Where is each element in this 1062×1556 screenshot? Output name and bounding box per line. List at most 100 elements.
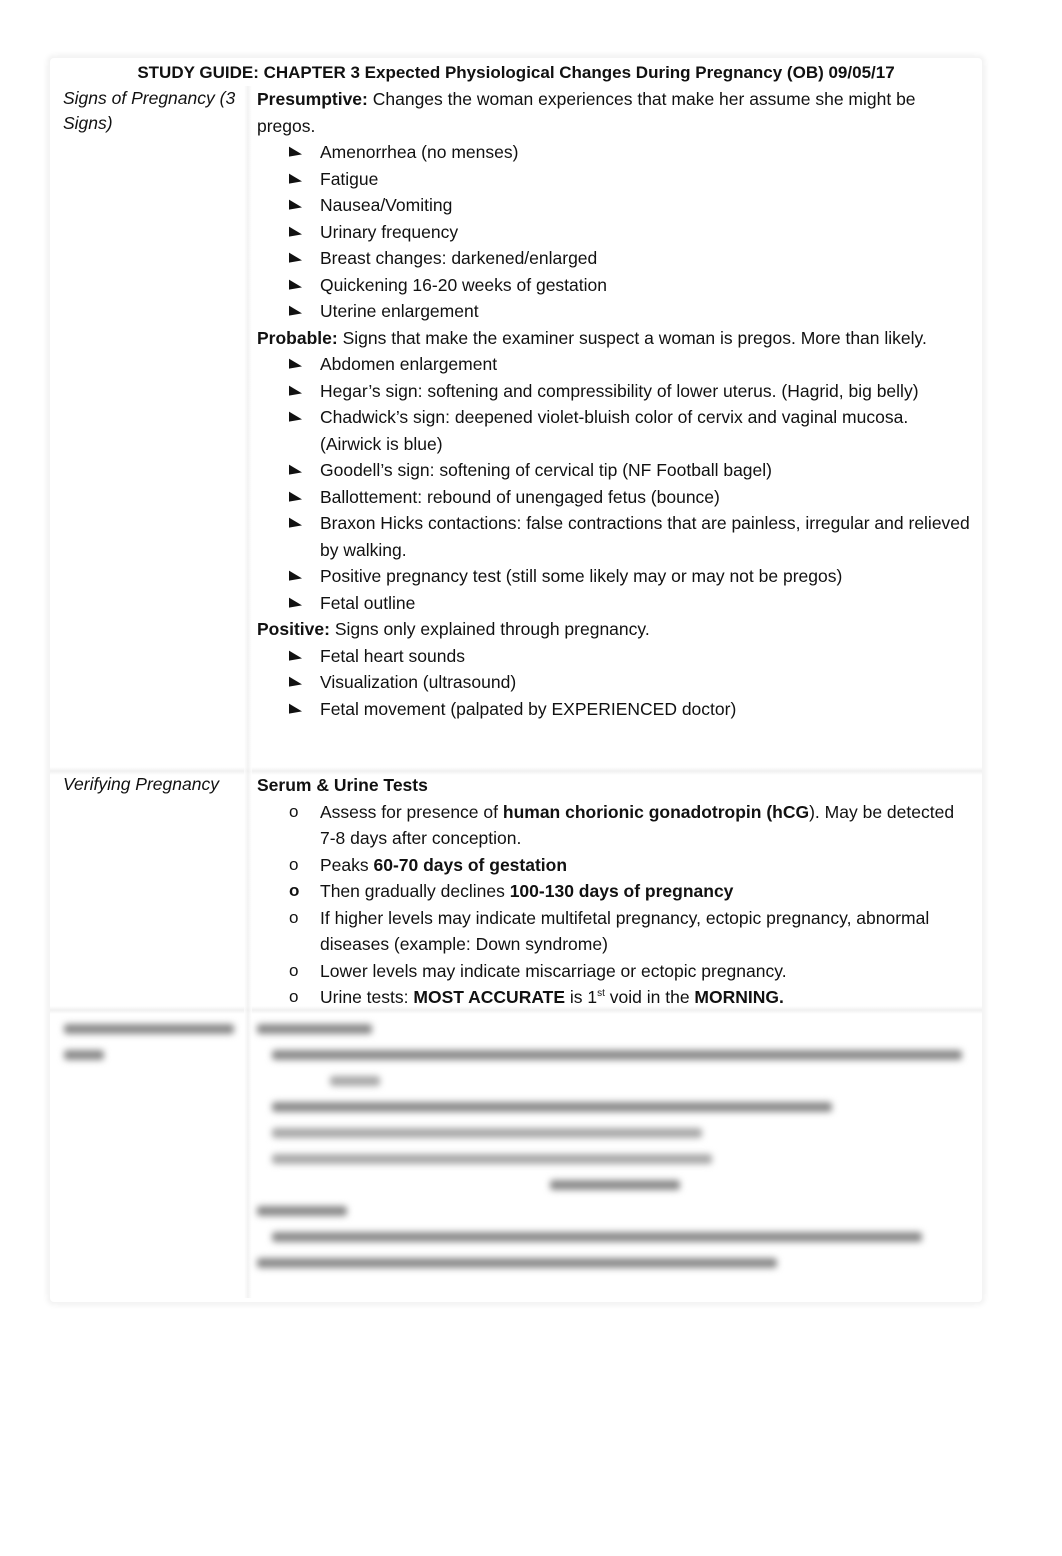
obscured-text (64, 1024, 234, 1034)
list-item: Urinary frequency (257, 219, 972, 246)
list-item-text: human chorionic gonadotropin (hCG (502, 801, 810, 822)
row-label-signs: Signs of Pregnancy (3 Signs) (63, 88, 236, 133)
list-item-text: Breast changes: darkened/enlarged (320, 248, 598, 268)
list-item: Fetal outline (257, 590, 972, 617)
arrowhead-bullet-icon (289, 484, 307, 511)
arrowhead-bullet-icon (289, 696, 307, 723)
obscured-text (330, 1076, 380, 1086)
list-item-text: is 1 (565, 987, 598, 1007)
circle-bullet-icon: o (289, 854, 299, 874)
arrowhead-bullet-icon (289, 351, 307, 378)
arrowhead-bullet-icon (289, 643, 307, 670)
verify-list: o Assess for presence of human chorionic … (257, 799, 972, 1011)
arrowhead-bullet-icon (289, 563, 307, 590)
list-item: Fatigue (257, 166, 972, 193)
signs-content: Presumptive: Changes the woman experienc… (257, 86, 972, 722)
arrowhead-bullet-icon (289, 219, 307, 246)
list-item-text: Positive pregnancy test (still some like… (320, 566, 843, 586)
sign-list: Amenorrhea (no menses) Fatigue Nausea/Vomi… (257, 139, 972, 325)
list-item-text: Goodell’s sign: softening of cervical ti… (320, 460, 772, 480)
group-heading: Probable: (257, 327, 338, 348)
verifying-content: Serum & Urine Tests o Assess for presence… (257, 772, 972, 1011)
list-item-text: Fatigue (320, 168, 379, 189)
list-item-text: Fetal movement (palpated by EXPERIENCED … (320, 698, 737, 719)
row-divider (50, 1006, 982, 1014)
list-item: Abdomen enlargement (257, 351, 972, 378)
list-item-text: If higher levels may indicate multifetal… (320, 907, 930, 955)
group-description: Signs only explained through pregnancy. (329, 619, 650, 639)
group-heading: Positive: (257, 619, 330, 639)
group-heading: Presumptive: (257, 89, 368, 109)
arrowhead-bullet-icon (289, 139, 307, 166)
sign-list: Abdomen enlargement Hegar’s sign: softeni… (257, 351, 972, 616)
list-item: Braxon Hicks contactions: false contract… (257, 510, 972, 563)
list-item-text: Quickening 16-20 weeks of gestation (320, 274, 607, 295)
arrowhead-bullet-icon (289, 272, 307, 299)
document-page: STUDY GUIDE: CHAPTER 3 Expected Physiolo… (0, 0, 1062, 1556)
list-item-text: st (597, 988, 605, 1000)
list-item: o Assess for presence of human chorionic … (257, 799, 972, 852)
arrowhead-bullet-icon (289, 404, 307, 431)
list-item: o Lower levels may indicate miscarriage o… (257, 958, 972, 985)
group-intro: Positive: Signs only explained through p… (257, 616, 972, 643)
list-item-text: Urinary frequency (320, 221, 459, 242)
list-item: Goodell’s sign: softening of cervical ti… (257, 457, 972, 484)
list-item: o Peaks 60-70 days of gestation (257, 852, 972, 879)
obscured-text (64, 1050, 104, 1060)
list-item: Breast changes: darkened/enlarged (257, 245, 972, 272)
obscured-text (257, 1258, 777, 1268)
list-item-text: Nausea/Vomiting (320, 195, 453, 215)
list-item-text: Then gradually declines (320, 881, 510, 901)
list-item: Chadwick’s sign: deepened violet-bluish … (257, 404, 972, 457)
list-item-text: Visualization (ultrasound) (320, 672, 517, 692)
list-item: Quickening 16-20 weeks of gestation (257, 272, 972, 299)
circle-bullet-icon: o (289, 960, 299, 980)
arrowhead-bullet-icon (289, 378, 307, 405)
circle-bullet-icon: o (289, 881, 300, 900)
arrowhead-bullet-icon (289, 298, 307, 325)
sign-list: Fetal heart sounds Visualization (ultraso… (257, 643, 972, 723)
list-item: o Then gradually declines 100-130 days of… (257, 878, 972, 905)
arrowhead-bullet-icon (289, 590, 307, 617)
obscured-text (257, 1206, 347, 1216)
arrowhead-bullet-icon (289, 669, 307, 696)
arrowhead-bullet-icon (289, 245, 307, 272)
list-item-text: Assess for presence of (320, 801, 503, 822)
list-item-text: Abdomen enlargement (320, 354, 498, 374)
row-obscured (50, 1014, 982, 1299)
list-item-text: void in the (604, 987, 695, 1007)
list-item: o If higher levels may indicate multifeta… (257, 905, 972, 958)
group-intro: Presumptive: Changes the woman experienc… (257, 86, 972, 139)
obscured-text (550, 1180, 680, 1190)
list-item: Nausea/Vomiting (257, 192, 972, 219)
obscured-text (257, 1024, 372, 1034)
list-item-text: Lower levels may indicate miscarriage or… (320, 960, 787, 981)
list-item: Ballottement: rebound of unengaged fetus… (257, 484, 972, 511)
group-description: Signs that make the examiner suspect a w… (337, 327, 927, 348)
list-item: Visualization (ultrasound) (257, 669, 972, 696)
list-item-text: Amenorrhea (no menses) (320, 142, 519, 162)
list-item-text: Hegar’s sign: softening and compressibil… (320, 380, 919, 401)
list-item-text: Fetal outline (320, 592, 416, 613)
obscured-text (272, 1128, 702, 1138)
list-item-text: Braxon Hicks contactions: false contract… (320, 513, 970, 560)
circle-bullet-icon: o (289, 801, 299, 821)
list-item: Fetal movement (palpated by EXPERIENCED … (257, 696, 972, 723)
arrowhead-bullet-icon (289, 510, 307, 537)
list-item: Fetal heart sounds (257, 643, 972, 670)
obscured-text (272, 1102, 832, 1112)
list-item: Amenorrhea (no menses) (257, 139, 972, 166)
verifying-heading: Serum & Urine Tests (257, 775, 428, 795)
obscured-text (272, 1154, 712, 1164)
list-item: Positive pregnancy test (still some like… (257, 563, 972, 590)
list-item-text: Urine tests: (320, 987, 414, 1007)
list-item-text: 60-70 days of gestation (373, 854, 568, 875)
list-item-text: Ballottement: rebound of unengaged fetus… (320, 486, 720, 507)
list-item-text: MORNING. (694, 987, 784, 1007)
list-item-text: Chadwick’s sign: deepened violet-bluish … (320, 407, 909, 454)
list-item-text: Fetal heart sounds (320, 645, 465, 666)
arrowhead-bullet-icon (289, 457, 307, 484)
document-title: STUDY GUIDE: CHAPTER 3 Expected Physiolo… (137, 63, 895, 82)
circle-bullet-icon: o (289, 907, 299, 927)
list-item-text: Uterine enlargement (320, 301, 479, 321)
